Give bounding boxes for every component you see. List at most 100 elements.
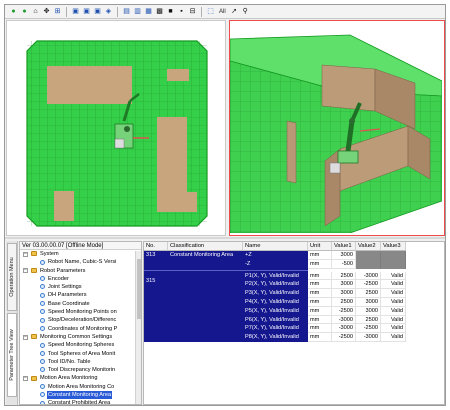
view-iso-icon[interactable]: ◈ — [104, 7, 113, 16]
tree-folder[interactable]: − Motion Area Monitoring — [20, 374, 141, 382]
cell-unit[interactable]: mm — [308, 333, 332, 342]
tree-item[interactable]: Stop/Deceleration/Differenc — [20, 316, 141, 324]
tree-item[interactable]: Constant Monitoring Area — [20, 391, 141, 400]
tree-item[interactable]: DH Parameters — [20, 291, 141, 299]
cell-name[interactable]: P8(X, Y), Valid/Invalid — [243, 333, 308, 342]
select-all-icon[interactable]: ⬚ — [206, 7, 215, 16]
cell-unit[interactable]: mm — [308, 259, 332, 269]
forward-icon[interactable]: ● — [20, 7, 29, 16]
cell-unit[interactable]: mm — [308, 251, 332, 260]
zoom-fit-icon[interactable]: ⊞ — [53, 7, 62, 16]
cell-name[interactable]: P3(X, Y), Valid/Invalid — [243, 289, 308, 298]
tree-item[interactable]: Tool Discrepancy Monitorin — [20, 366, 141, 374]
cell-value2[interactable]: 2500 — [356, 289, 381, 298]
cell-classification[interactable]: Constant Monitoring Area — [168, 251, 243, 260]
back-icon[interactable]: ● — [9, 7, 18, 16]
cell-value3[interactable]: Valid — [381, 324, 406, 334]
grid-icon[interactable]: ▩ — [155, 7, 164, 16]
pointer-icon[interactable]: ➚ — [230, 7, 239, 16]
cell-value3[interactable]: Valid — [381, 271, 406, 281]
cell-name[interactable]: P2(X, Y), Valid/Invalid — [243, 280, 308, 290]
cell-value2[interactable]: -3000 — [356, 333, 381, 342]
cell-value2[interactable]: -2500 — [356, 280, 381, 290]
tab-parameter-tree-view[interactable]: Parameter Tree View — [7, 313, 17, 397]
cell-unit[interactable]: mm — [308, 271, 332, 281]
cell-value2[interactable]: -3000 — [356, 271, 381, 281]
cell-value3[interactable]: Valid — [381, 315, 406, 325]
cell-value3[interactable]: Valid — [381, 298, 406, 307]
ruler-icon[interactable]: ⊟ — [188, 7, 197, 16]
iso-view-panel[interactable] — [229, 20, 445, 236]
cell-no[interactable]: 315 — [144, 277, 168, 287]
cell-unit[interactable]: mm — [308, 298, 332, 307]
tree-item[interactable]: Speed Monitoring Spheres — [20, 341, 141, 349]
cell-name[interactable]: P6(X, Y), Valid/Invalid — [243, 315, 308, 325]
cell-value1[interactable]: -2500 — [332, 333, 356, 342]
cell-value1[interactable]: 2500 — [332, 298, 356, 307]
cell-value1[interactable]: 3000 — [332, 289, 356, 298]
iso-view-canvas[interactable] — [230, 21, 443, 234]
cell-value1[interactable]: 3000 — [332, 251, 356, 260]
header-name[interactable]: Name — [243, 242, 308, 251]
expander-icon[interactable]: − — [23, 268, 28, 274]
view-top-icon[interactable]: ▣ — [71, 7, 80, 16]
cell-unit[interactable]: mm — [308, 280, 332, 290]
cell-name[interactable]: P7(X, Y), Valid/Invalid — [243, 324, 308, 334]
cell-value3[interactable]: Valid — [381, 306, 406, 316]
header-no[interactable]: No. — [144, 242, 168, 251]
top-view-panel[interactable] — [6, 20, 226, 236]
cell-value2[interactable]: -2500 — [356, 324, 381, 334]
expander-icon[interactable]: − — [23, 251, 28, 257]
tree-item[interactable]: Motion Area Monitoring Co — [20, 383, 141, 391]
header-unit[interactable]: Unit — [308, 242, 332, 251]
view-layout-icon[interactable]: ▤ — [122, 7, 131, 16]
tree-item[interactable]: Joint Settings — [20, 283, 141, 291]
cell-unit[interactable]: mm — [308, 306, 332, 316]
cell-name[interactable]: -Z — [243, 259, 308, 269]
cell-name[interactable]: P5(X, Y), Valid/Invalid — [243, 306, 308, 316]
cell-value1[interactable]: 3000 — [332, 280, 356, 290]
expander-icon[interactable]: − — [23, 376, 28, 382]
cell-value1[interactable]: -500 — [332, 259, 356, 269]
cell-unit[interactable]: mm — [308, 324, 332, 334]
cell-value2[interactable]: 3000 — [356, 306, 381, 316]
header-classification[interactable]: Classification — [168, 242, 243, 251]
tree-item[interactable]: Robot Name, Cubic-S Versi — [20, 258, 141, 266]
cell-value2-disabled[interactable] — [356, 251, 381, 260]
cell-value1[interactable]: 2500 — [332, 271, 356, 281]
cell-name[interactable]: P1(X, Y), Valid/Invalid — [243, 271, 308, 281]
view-split-icon[interactable]: ▥ — [133, 7, 142, 16]
pan-icon[interactable]: ✥ — [42, 7, 51, 16]
cell-value2[interactable]: 3000 — [356, 298, 381, 307]
cell-value3[interactable]: Valid — [381, 280, 406, 290]
header-value3[interactable]: Value3 — [381, 242, 406, 251]
cell-name[interactable]: P4(X, Y), Valid/Invalid — [243, 298, 308, 307]
cell-value3-disabled[interactable] — [381, 259, 406, 269]
tree-item[interactable]: Tool ID/No. Table — [20, 358, 141, 366]
cell-value1[interactable]: -2500 — [332, 306, 356, 316]
tree-folder[interactable]: − System — [20, 250, 141, 258]
top-view-canvas[interactable] — [7, 21, 225, 235]
tree-scrollbar[interactable] — [135, 251, 141, 404]
tree-item[interactable]: Constant Prohibited Area — [20, 399, 141, 404]
tree-folder[interactable]: − Robot Parameters — [20, 267, 141, 275]
home-icon[interactable]: ⌂ — [31, 7, 40, 16]
cell-value3[interactable]: Valid — [381, 289, 406, 298]
tree-item[interactable]: Speed Monitoring Points on — [20, 308, 141, 316]
tree-item[interactable]: Coordinates of Monitoring P — [20, 325, 141, 333]
tree-item[interactable]: Tool Spheres of Area Monit — [20, 350, 141, 358]
cell-value2-disabled[interactable] — [356, 259, 381, 269]
cell-value2[interactable]: 2500 — [356, 315, 381, 325]
header-value1[interactable]: Value1 — [332, 242, 356, 251]
cell-value1[interactable]: -3000 — [332, 315, 356, 325]
view-side-icon[interactable]: ▣ — [93, 7, 102, 16]
cell-no[interactable]: 313 — [144, 251, 168, 260]
cell-unit[interactable]: mm — [308, 315, 332, 325]
scrollbar-thumb[interactable] — [137, 259, 141, 319]
splitter[interactable] — [5, 237, 445, 239]
cell-value3-disabled[interactable] — [381, 251, 406, 260]
tab-operation-menu[interactable]: Operation Menu — [7, 243, 17, 311]
view-quad-icon[interactable]: ▦ — [144, 7, 153, 16]
search-icon[interactable]: ⚲ — [241, 7, 250, 16]
cell-value1[interactable]: -3000 — [332, 324, 356, 334]
